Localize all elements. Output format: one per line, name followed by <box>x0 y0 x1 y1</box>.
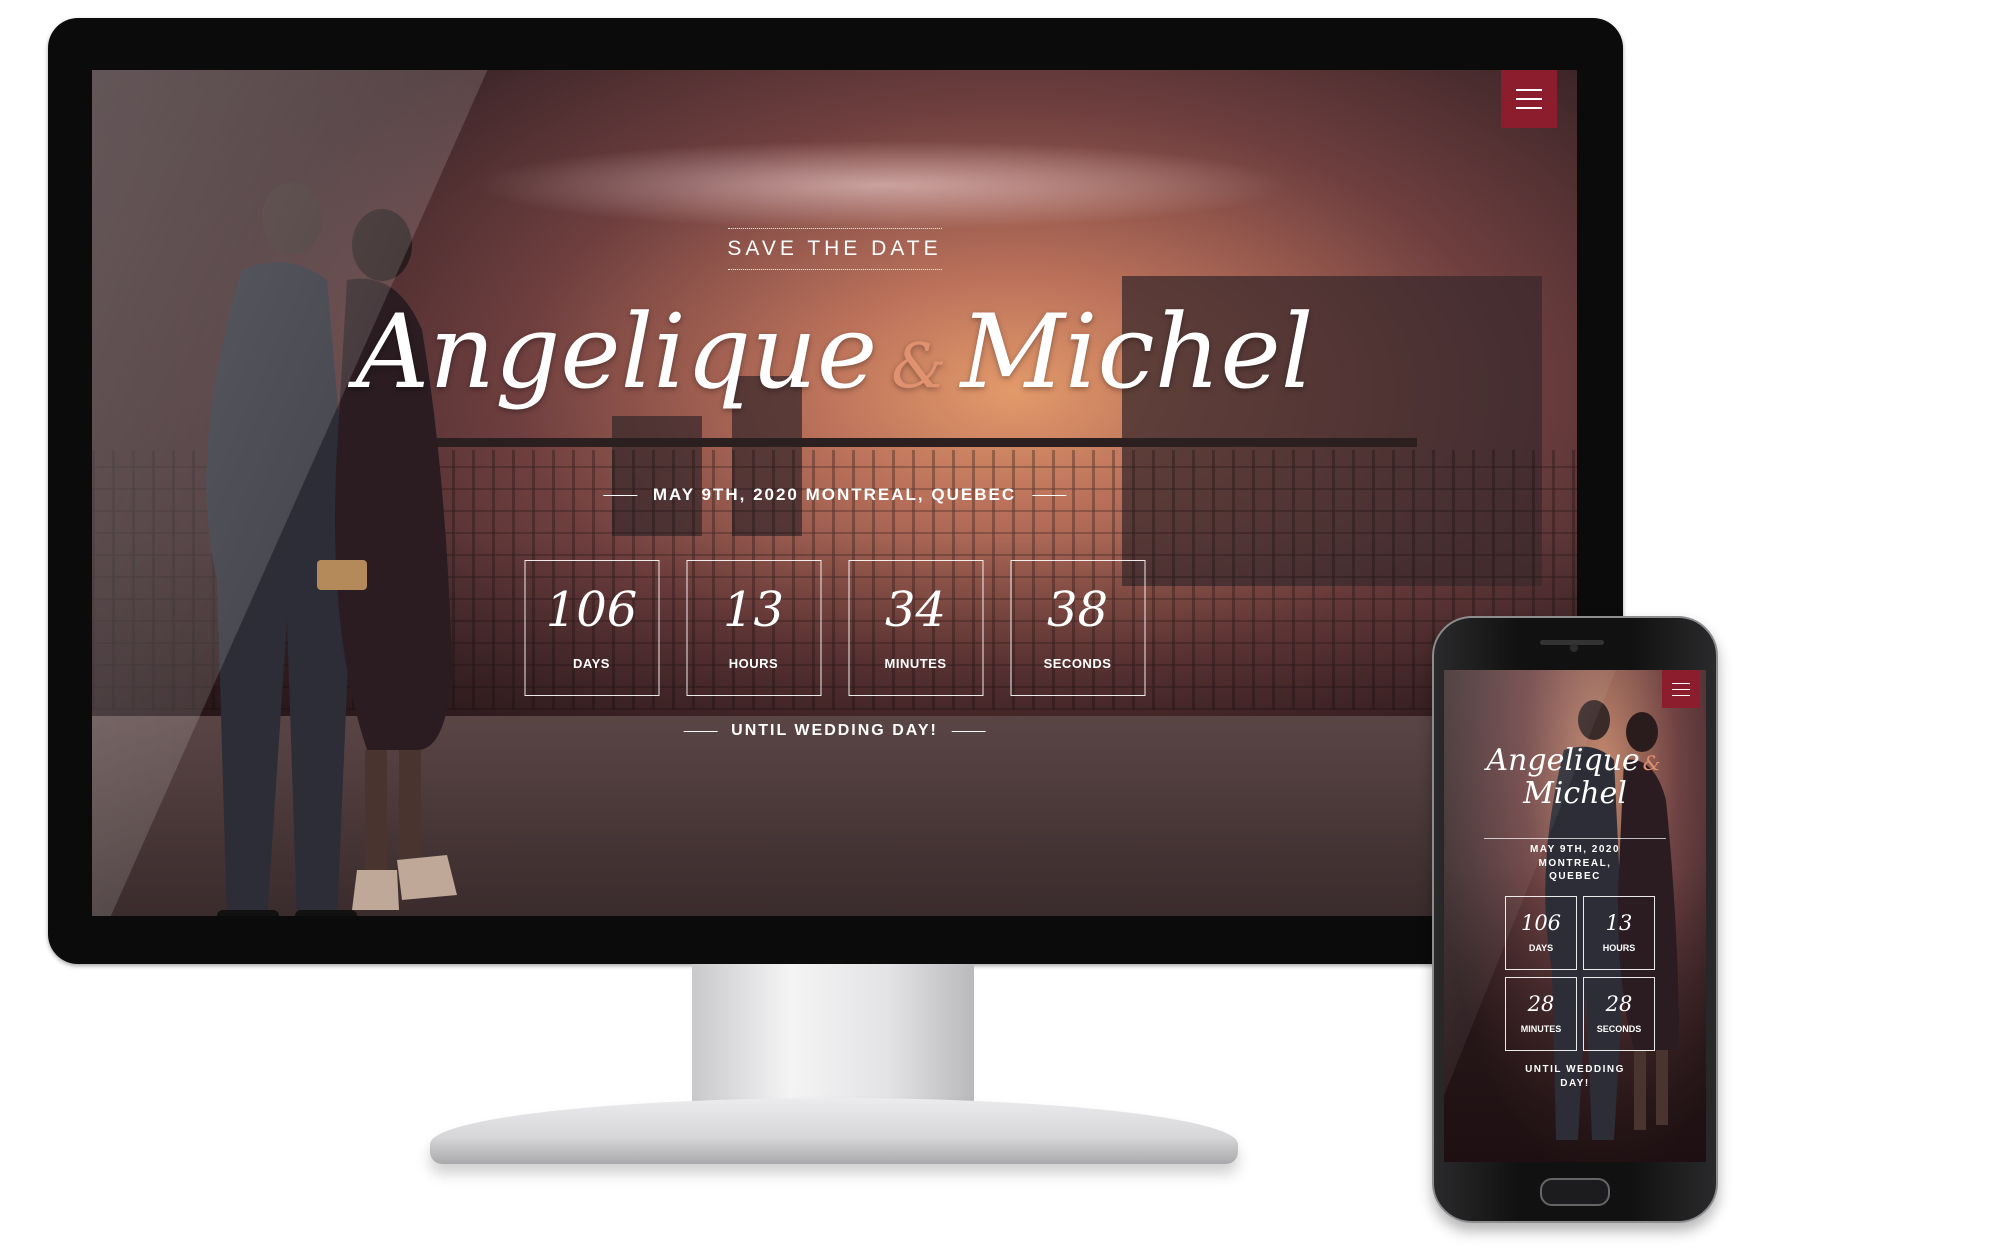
until-wedding-text: UNTIL WEDDING <box>1525 1064 1625 1075</box>
save-the-date-label: SAVE THE DATE <box>727 228 942 270</box>
countdown-value: 28 <box>1605 992 1633 1016</box>
countdown-minutes: 34 MINUTES <box>848 560 983 696</box>
ampersand: & <box>891 329 947 402</box>
divider <box>602 494 637 496</box>
countdown-days: 106 DAYS <box>524 560 659 696</box>
countdown-value: 106 <box>1520 911 1562 935</box>
date-line: MAY 9TH, 2020 <box>1529 844 1621 855</box>
date-location: MAY 9TH, 2020 MONTREAL, QUEBEC <box>602 485 1067 505</box>
countdown-label: HOURS <box>1602 943 1636 953</box>
countdown: 106 DAYS 13 HOURS 34 MINUTES 38 SECONDS <box>524 560 1145 696</box>
countdown-hours: 13 HOURS <box>1583 896 1655 970</box>
until-wedding-text: UNTIL WEDDING DAY! <box>731 722 938 739</box>
hero-content: SAVE THE DATE Angelique & Michel MAY 9TH, … <box>92 70 1577 916</box>
date-location: MAY 9TH, 2020 MONTREAL, QUEBEC <box>1484 838 1666 884</box>
ampersand: & <box>1642 751 1661 775</box>
desktop-monitor: SAVE THE DATE Angelique & Michel MAY 9TH, … <box>48 18 1623 964</box>
monitor-stand-neck <box>692 964 974 1104</box>
until-wedding: UNTIL WEDDING DAY! <box>1504 1063 1646 1091</box>
hamburger-menu-icon <box>1672 688 1690 690</box>
until-wedding: UNTIL WEDDING DAY! <box>683 722 986 740</box>
name-second: Michel <box>1523 776 1627 811</box>
countdown-value: 38 <box>1046 581 1109 638</box>
countdown-value: 28 <box>1527 992 1555 1016</box>
location-line: MONTREAL, <box>1538 857 1612 869</box>
countdown-label: MINUTES <box>884 655 947 671</box>
monitor-stand-base <box>430 1098 1238 1164</box>
name-second: Michel <box>960 293 1314 412</box>
countdown-value: 106 <box>545 581 638 638</box>
name-first: Angelique <box>355 293 878 412</box>
countdown-seconds: 38 SECONDS <box>1010 560 1145 696</box>
countdown-label: DAYS <box>1528 943 1554 953</box>
desktop-screen: SAVE THE DATE Angelique & Michel MAY 9TH, … <box>92 70 1577 916</box>
menu-button[interactable] <box>1662 670 1700 708</box>
countdown-label: SECONDS <box>1043 655 1112 671</box>
menu-button[interactable] <box>1501 70 1557 128</box>
countdown-value: 13 <box>722 581 785 638</box>
countdown: 106 DAYS 13 HOURS 28 MINUTES 28 SECONDS <box>1505 896 1665 1051</box>
name-first: Angelique <box>1486 743 1640 778</box>
countdown-minutes: 28 MINUTES <box>1505 977 1577 1051</box>
countdown-value: 34 <box>884 581 947 638</box>
hamburger-menu-icon <box>1672 682 1690 684</box>
countdown-label: DAYS <box>573 655 610 671</box>
location-line: QUEBEC <box>1549 871 1601 882</box>
couple-names: Angelique & Michel <box>92 302 1577 404</box>
countdown-hours: 13 HOURS <box>686 560 821 696</box>
divider <box>683 730 718 732</box>
countdown-value: 13 <box>1605 911 1633 935</box>
countdown-label: SECONDS <box>1596 1024 1642 1034</box>
hamburger-menu-icon <box>1516 107 1542 109</box>
hamburger-menu-icon <box>1516 89 1542 91</box>
phone-camera-icon <box>1570 644 1578 652</box>
hamburger-menu-icon <box>1672 694 1690 696</box>
until-wedding-text: DAY! <box>1560 1078 1590 1089</box>
phone-home-button[interactable] <box>1540 1178 1610 1206</box>
mobile-screen: Angelique & Michel MAY 9TH, 2020 MONTREAL… <box>1444 670 1706 1162</box>
divider <box>951 730 986 732</box>
hamburger-menu-icon <box>1516 98 1542 100</box>
countdown-days: 106 DAYS <box>1505 896 1577 970</box>
countdown-label: MINUTES <box>1520 1024 1562 1034</box>
countdown-seconds: 28 SECONDS <box>1583 977 1655 1051</box>
divider <box>1032 494 1067 496</box>
mobile-phone: Angelique & Michel MAY 9TH, 2020 MONTREAL… <box>1432 616 1718 1223</box>
couple-names: Angelique & Michel <box>1444 744 1706 810</box>
date-location-text: MAY 9TH, 2020 MONTREAL, QUEBEC <box>652 485 1017 504</box>
countdown-label: HOURS <box>728 655 779 671</box>
